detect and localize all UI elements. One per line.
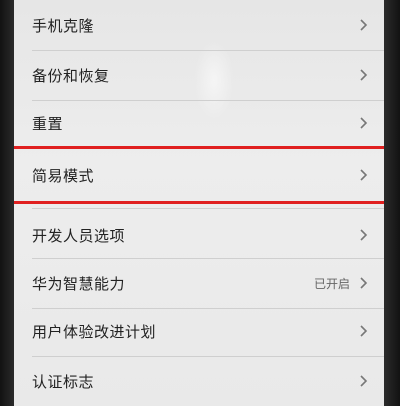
chevron-right-icon: [360, 375, 368, 387]
phone-bezel-left: [0, 0, 14, 406]
chevron-right-icon: [360, 325, 368, 337]
settings-item-label: 用户体验改进计划: [32, 322, 157, 341]
settings-item-certification[interactable]: 认证标志: [14, 356, 384, 406]
chevron-right-icon: [360, 229, 368, 241]
settings-item-developer-options[interactable]: 开发人员选项: [14, 210, 384, 260]
chevron-right-icon: [360, 117, 368, 129]
phone-bezel-right: [384, 0, 400, 406]
settings-screen: 手机克隆 备份和恢复 重置 简易模式 开发人员选项 华为智慧能力 已开启 用户体…: [14, 0, 384, 406]
chevron-right-icon: [360, 69, 368, 81]
divider: [32, 146, 384, 147]
settings-item-huawei-ai[interactable]: 华为智慧能力 已开启: [14, 258, 384, 308]
settings-item-label: 简易模式: [32, 166, 95, 185]
settings-item-label: 华为智慧能力: [32, 274, 126, 293]
divider: [32, 208, 384, 209]
settings-item-backup-restore[interactable]: 备份和恢复: [14, 50, 384, 100]
settings-item-label: 认证标志: [32, 372, 95, 391]
settings-item-label: 开发人员选项: [32, 226, 126, 245]
phone-frame: 手机克隆 备份和恢复 重置 简易模式 开发人员选项 华为智慧能力 已开启 用户体…: [0, 0, 400, 406]
settings-item-label: 重置: [32, 114, 64, 133]
chevron-right-icon: [360, 169, 368, 181]
settings-item-label: 备份和恢复: [32, 66, 110, 85]
settings-item-user-experience[interactable]: 用户体验改进计划: [14, 306, 384, 356]
chevron-right-icon: [360, 277, 368, 289]
settings-item-label: 手机克隆: [32, 16, 95, 35]
settings-item-simple-mode[interactable]: 简易模式: [14, 150, 384, 200]
settings-item-status: 已开启: [313, 276, 350, 291]
settings-item-phone-clone[interactable]: 手机克隆: [14, 0, 384, 50]
chevron-right-icon: [360, 19, 368, 31]
settings-item-reset[interactable]: 重置: [14, 98, 384, 148]
